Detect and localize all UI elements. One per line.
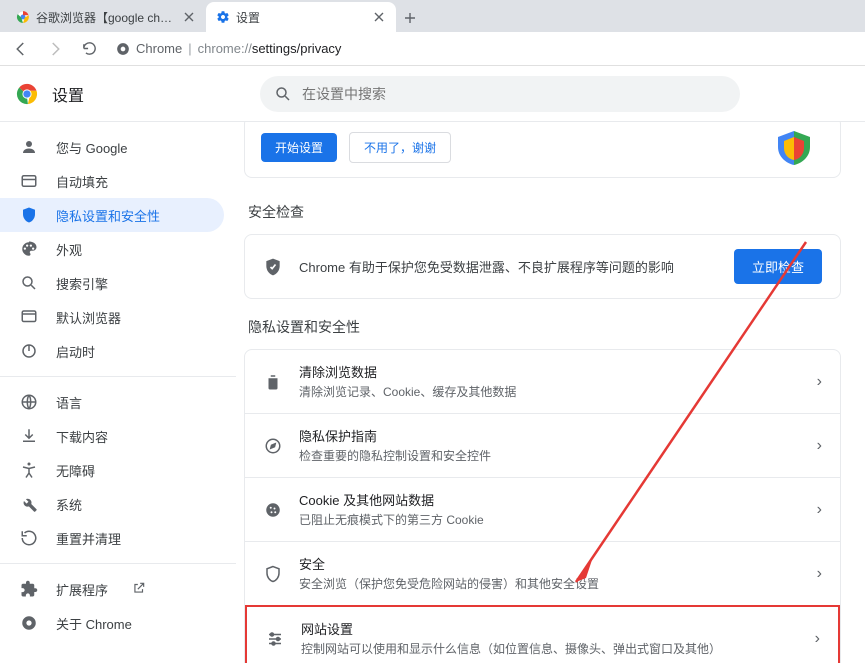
tab-title: 谷歌浏览器【google chrome】 <box>36 9 176 26</box>
restore-icon <box>20 529 38 547</box>
privacy-card: 清除浏览数据清除浏览记录、Cookie、缓存及其他数据 › 隐私保护指南检查重要… <box>244 349 841 663</box>
sidebar-item-privacy[interactable]: 隐私设置和安全性 <box>0 198 224 232</box>
url-scheme-label: Chrome <box>136 41 182 56</box>
omnibox[interactable]: Chrome | chrome://settings/privacy <box>110 36 857 62</box>
row-privacy-guide[interactable]: 隐私保护指南检查重要的隐私控制设置和安全控件 › <box>245 413 840 477</box>
chevron-right-icon: › <box>817 565 822 583</box>
chevron-right-icon: › <box>817 501 822 519</box>
extension-icon <box>20 580 38 598</box>
sidebar-item-autofill[interactable]: 自动填充 <box>0 164 224 198</box>
section-title-safety: 安全检查 <box>248 202 841 222</box>
tab-title: 设置 <box>236 9 366 26</box>
shield-icon <box>20 206 38 224</box>
row-security[interactable]: 安全安全浏览（保护您免受危险网站的侵害）和其他安全设置 › <box>245 541 840 605</box>
promo-shield-illustration <box>764 129 824 165</box>
sidebar-item-downloads[interactable]: 下载内容 <box>0 419 224 453</box>
wrench-icon <box>20 495 38 513</box>
settings-favicon <box>216 10 230 24</box>
back-button[interactable] <box>8 36 34 62</box>
sidebar-item-startup[interactable]: 启动时 <box>0 334 224 368</box>
sidebar-item-you-google[interactable]: 您与 Google <box>0 130 224 164</box>
globe-icon <box>20 393 38 411</box>
trash-icon <box>263 372 283 392</box>
reload-button[interactable] <box>76 36 102 62</box>
shield-check-icon <box>263 257 283 277</box>
tune-icon <box>265 629 285 649</box>
person-icon <box>20 138 38 156</box>
chevron-right-icon: › <box>815 630 820 648</box>
page-title: 设置 <box>52 82 252 106</box>
power-icon <box>20 342 38 360</box>
row-cookies[interactable]: Cookie 及其他网站数据已阻止无痕模式下的第三方 Cookie › <box>245 477 840 541</box>
settings-search[interactable] <box>260 76 740 112</box>
shield-icon <box>263 564 283 584</box>
safety-check-text: Chrome 有助于保护您免受数据泄露、不良扩展程序等问题的影响 <box>299 257 718 276</box>
sidebar-separator <box>0 563 236 564</box>
sidebar: 您与 Google 自动填充 隐私设置和安全性 外观 搜索引擎 默认浏览器 启动… <box>0 122 236 663</box>
compass-icon <box>263 436 283 456</box>
promo-card: 开始设置 不用了，谢谢 <box>244 122 841 178</box>
sidebar-item-extensions[interactable]: 扩展程序 <box>0 572 224 606</box>
search-icon <box>274 85 292 103</box>
browser-icon <box>20 308 38 326</box>
safety-check-card: Chrome 有助于保护您免受数据泄露、不良扩展程序等问题的影响 立即检查 <box>244 234 841 299</box>
chrome-logo-icon <box>16 83 38 105</box>
browser-tab-bar: 谷歌浏览器【google chrome】 设置 <box>0 0 865 32</box>
chrome-icon <box>20 614 38 632</box>
main-panel: 开始设置 不用了，谢谢 安全检查 Chrome 有助于保护您免受数据泄露、不良扩… <box>236 122 865 663</box>
sidebar-item-reset[interactable]: 重置并清理 <box>0 521 224 555</box>
search-icon <box>20 274 38 292</box>
autofill-icon <box>20 172 38 190</box>
external-link-icon <box>132 581 148 597</box>
chrome-icon <box>116 42 130 56</box>
row-clear-data[interactable]: 清除浏览数据清除浏览记录、Cookie、缓存及其他数据 › <box>245 350 840 413</box>
sidebar-item-about[interactable]: 关于 Chrome <box>0 606 224 640</box>
chevron-right-icon: › <box>817 437 822 455</box>
sidebar-item-languages[interactable]: 语言 <box>0 385 224 419</box>
sidebar-separator <box>0 376 236 377</box>
download-icon <box>20 427 38 445</box>
chrome-favicon <box>16 10 30 24</box>
row-site-settings[interactable]: 网站设置控制网站可以使用和显示什么信息（如位置信息、摄像头、弹出式窗口及其他） … <box>245 605 840 663</box>
palette-icon <box>20 240 38 258</box>
chevron-right-icon: › <box>817 373 822 391</box>
promo-dismiss-button[interactable]: 不用了，谢谢 <box>349 132 451 163</box>
url-separator: | <box>188 41 191 56</box>
accessibility-icon <box>20 461 38 479</box>
cookie-icon <box>263 500 283 520</box>
address-bar: Chrome | chrome://settings/privacy <box>0 32 865 66</box>
settings-header: 设置 <box>0 66 865 122</box>
search-input[interactable] <box>302 86 726 102</box>
browser-tab-0[interactable]: 谷歌浏览器【google chrome】 <box>6 2 206 32</box>
sidebar-item-accessibility[interactable]: 无障碍 <box>0 453 224 487</box>
sidebar-item-search-engine[interactable]: 搜索引擎 <box>0 266 224 300</box>
promo-start-button[interactable]: 开始设置 <box>261 133 337 162</box>
sidebar-item-appearance[interactable]: 外观 <box>0 232 224 266</box>
tab-close-icon[interactable] <box>372 10 386 24</box>
browser-tab-1[interactable]: 设置 <box>206 2 396 32</box>
tab-close-icon[interactable] <box>182 10 196 24</box>
sidebar-item-default-browser[interactable]: 默认浏览器 <box>0 300 224 334</box>
check-now-button[interactable]: 立即检查 <box>734 249 822 284</box>
sidebar-item-system[interactable]: 系统 <box>0 487 224 521</box>
section-title-privacy: 隐私设置和安全性 <box>248 317 841 337</box>
forward-button[interactable] <box>42 36 68 62</box>
new-tab-button[interactable] <box>396 4 424 32</box>
